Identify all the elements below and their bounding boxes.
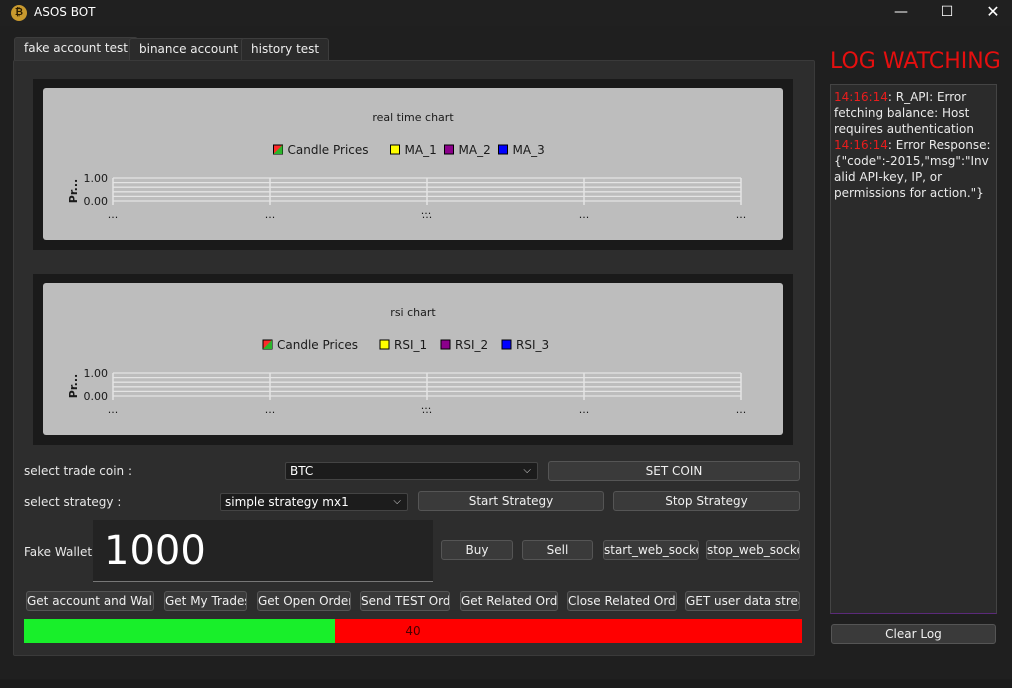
progress-text: 40 [405,624,421,638]
log-time: 14:16:14 [834,90,888,104]
rsi-chart: rsi chart Candle Prices RSI_1 RSI_2 RSI_3...… [43,283,783,435]
x-tick-label: ... [108,208,119,221]
trade-coin-select[interactable]: BTC ⌵ [285,462,538,480]
legend-swatch [444,144,454,155]
rsi-chart-frame: rsi chart Candle Prices RSI_1 RSI_2 RSI_3...… [33,274,793,445]
y-tick-label: 0.00 [84,195,109,208]
strategy-select[interactable]: simple strategy mx1 ⌵ [220,493,408,511]
title-bar: ₿ ASOS BOT — ☐ ✕ [0,0,1012,26]
start-strategy-button[interactable]: Start Strategy [418,491,604,511]
buy-button[interactable]: Buy [441,540,513,560]
window-title: ASOS BOT [34,5,96,19]
legend-label: MA_3 [513,143,545,157]
chevron-down-icon: ⌵ [393,496,401,507]
legend-label: MA_1 [405,143,437,157]
chevron-down-icon: ⌵ [523,465,531,476]
coin-icon: ₿ [11,5,27,21]
get-open-orders-button[interactable]: Get Open Orders [257,591,351,611]
strategy-value: simple strategy mx1 [225,495,349,509]
x-tick-label: ... [265,208,276,221]
chart-title: rsi chart [390,306,436,319]
clear-log-button[interactable]: Clear Log [831,624,996,644]
legend-label: RSI_1 [394,338,427,352]
legend-swatch [501,339,512,350]
x-tick-label: ... [736,208,747,221]
y-axis-label: Pr... [67,374,80,398]
close-related-order-button[interactable]: Close Related Order [567,591,677,611]
stop-strategy-button[interactable]: Stop Strategy [613,491,800,511]
rsi-chart-svg: rsi chart Candle Prices RSI_1 RSI_2 RSI_3...… [67,306,747,416]
log-title: LOG WATCHING [830,49,1001,74]
x-tick-label: ... [579,403,590,416]
tab-history-test[interactable]: history test [241,38,330,60]
sell-button[interactable]: Sell [522,540,593,560]
send-test-order-button[interactable]: Send TEST Order [360,591,450,611]
legend-swatch [440,339,451,350]
y-axis-label: Pr... [67,179,80,203]
get-related-order-button[interactable]: Get Related Order [460,591,558,611]
get-account-wallet-button[interactable]: Get account and Wallet [26,591,154,611]
minimize-button[interactable]: — [878,0,924,26]
x-tick-marker: ... [421,399,432,412]
x-tick-label: ... [736,403,747,416]
legend-label: RSI_3 [516,338,549,352]
chart-title: real time chart [372,111,454,124]
strategy-label: select strategy : [24,495,122,509]
start-web-socket-button[interactable]: start_web_socket [603,540,699,560]
wallet-label: Fake Wallet: [24,545,97,559]
maximize-button[interactable]: ☐ [924,0,970,26]
legend-swatch [379,339,390,350]
legend-label: RSI_2 [455,338,488,352]
price-chart: real time chart Candle Prices MA_1 MA_2 MA_3… [43,88,783,240]
get-my-trades-button[interactable]: Get My Trades [164,591,247,611]
y-tick-label: 1.00 [84,367,109,380]
set-coin-button[interactable]: SET COIN [548,461,800,481]
trade-coin-value: BTC [290,464,314,478]
taskbar-strip [0,679,1012,688]
tab-fake-account-test[interactable]: fake account test [14,37,138,61]
legend-label: Candle Prices [288,143,369,157]
wallet-value: 1000 [93,520,433,582]
price-chart-frame: real time chart Candle Prices MA_1 MA_2 MA_3… [33,79,793,250]
x-tick-marker: ... [421,204,432,217]
log-output[interactable]: 14:16:14: R_API: Error fetching balance:… [830,84,997,614]
progress-bar: 40 [24,619,802,643]
y-tick-label: 0.00 [84,390,109,403]
price-chart-svg: real time chart Candle Prices MA_1 MA_2 MA_3… [67,111,747,221]
legend-swatch [498,144,508,155]
legend-label: Candle Prices [277,338,358,352]
close-button[interactable]: ✕ [970,0,1012,26]
legend-swatch [390,144,400,155]
log-time: 14:16:14 [834,138,888,152]
y-tick-label: 1.00 [84,172,109,185]
trade-coin-label: select trade coin : [24,464,133,478]
x-tick-label: ... [579,208,590,221]
stop-web-socket-button[interactable]: stop_web_socket [706,540,800,560]
x-tick-label: ... [108,403,119,416]
tab-panel: real time chart Candle Prices MA_1 MA_2 MA_3… [13,60,815,656]
legend-label: MA_2 [459,143,491,157]
tab-binance-account[interactable]: binance account [129,38,249,60]
x-tick-label: ... [265,403,276,416]
get-user-data-stream-button[interactable]: GET user data stream [685,591,800,611]
